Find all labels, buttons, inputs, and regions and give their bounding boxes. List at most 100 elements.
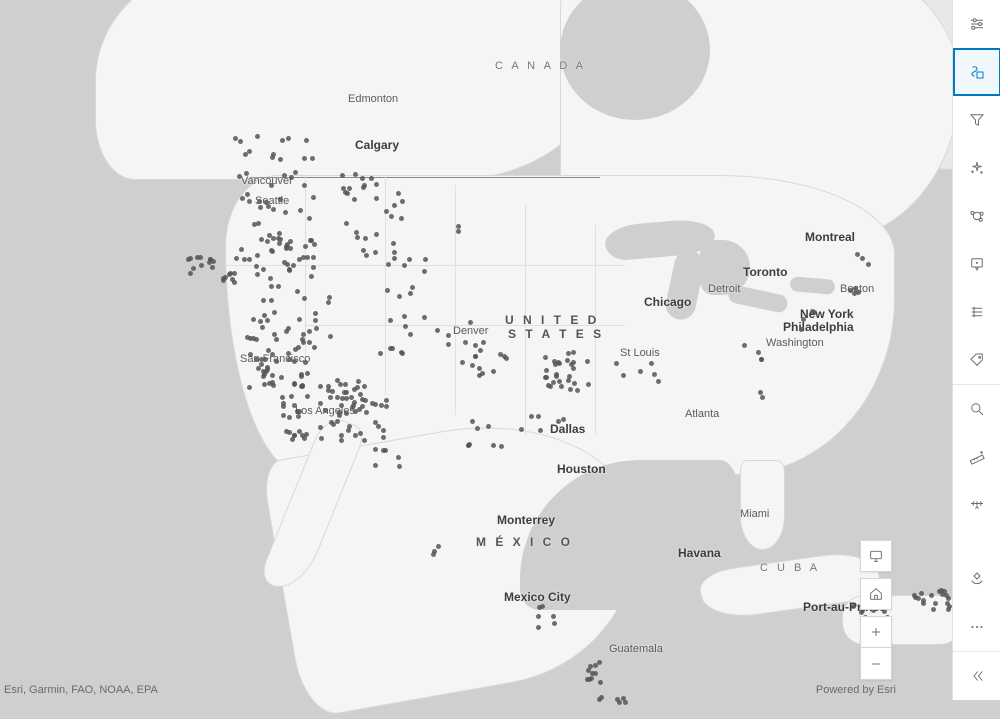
data-point	[293, 347, 298, 352]
data-point	[283, 210, 288, 215]
data-point	[252, 222, 257, 227]
monitor-icon	[868, 548, 884, 564]
data-point	[801, 317, 806, 322]
data-point	[319, 436, 324, 441]
effects-button[interactable]	[953, 144, 1000, 192]
configure-button[interactable]	[953, 0, 1000, 48]
coords-icon	[968, 496, 986, 514]
home-button[interactable]	[860, 578, 892, 610]
data-point	[255, 272, 260, 277]
basemap-button[interactable]	[953, 48, 1000, 96]
basemap-icon	[968, 63, 986, 81]
data-point	[353, 409, 358, 414]
data-point	[238, 139, 243, 144]
data-point	[199, 263, 204, 268]
view-2d-button[interactable]	[860, 540, 892, 572]
data-point	[323, 408, 328, 413]
data-point	[287, 357, 292, 362]
zoom-out-button[interactable]	[860, 648, 892, 680]
data-point	[300, 384, 305, 389]
data-point	[292, 382, 297, 387]
data-point	[300, 337, 305, 342]
data-point	[588, 664, 593, 669]
data-point	[353, 172, 358, 177]
coords-button[interactable]	[953, 481, 1000, 529]
search-button[interactable]	[953, 385, 1000, 433]
popup-icon	[968, 255, 986, 273]
cluster-button[interactable]	[953, 192, 1000, 240]
data-point	[652, 372, 657, 377]
measure-button[interactable]	[953, 433, 1000, 481]
land-florida	[740, 460, 785, 550]
data-point	[297, 429, 302, 434]
data-point	[296, 414, 301, 419]
data-point	[245, 192, 250, 197]
more-button[interactable]	[953, 603, 1000, 651]
data-point	[456, 229, 461, 234]
filter-button[interactable]	[953, 96, 1000, 144]
data-point	[475, 426, 480, 431]
sparkle-icon	[968, 159, 986, 177]
data-point	[267, 381, 272, 386]
rotate-icon	[968, 570, 986, 588]
map-canvas[interactable]: C A N A D A Edmonton Calgary Vancouver S…	[0, 0, 952, 700]
data-point	[261, 298, 266, 303]
data-point	[268, 276, 273, 281]
data-point	[188, 256, 193, 261]
data-point	[239, 247, 244, 252]
data-point	[422, 315, 427, 320]
data-point	[556, 419, 561, 424]
data-point	[856, 290, 861, 295]
data-point	[919, 591, 924, 596]
data-point	[812, 310, 817, 315]
data-point	[344, 411, 349, 416]
fields-button[interactable]	[953, 288, 1000, 336]
data-point	[279, 375, 284, 380]
rotate-button[interactable]	[953, 555, 1000, 603]
popup-button[interactable]	[953, 240, 1000, 288]
zoom-in-button[interactable]	[860, 616, 892, 648]
data-point	[384, 398, 389, 403]
data-point	[597, 660, 602, 665]
data-point	[318, 384, 323, 389]
data-point	[931, 607, 936, 612]
fields-icon	[968, 303, 986, 321]
data-point	[921, 601, 926, 606]
data-point	[297, 317, 302, 322]
data-point	[759, 357, 764, 362]
land-canada-west	[95, 0, 615, 180]
data-point	[339, 403, 344, 408]
data-point	[360, 397, 365, 402]
search-icon	[968, 400, 986, 418]
data-point	[234, 256, 239, 261]
label-guatemala: Guatemala	[609, 643, 663, 655]
data-point	[396, 455, 401, 460]
data-point	[552, 621, 557, 626]
data-point	[245, 335, 250, 340]
data-point	[293, 170, 298, 175]
data-point	[291, 263, 296, 268]
data-point	[504, 356, 509, 361]
data-point	[342, 390, 347, 395]
data-point	[364, 253, 369, 258]
data-point	[198, 255, 203, 260]
labels-button[interactable]	[953, 336, 1000, 384]
data-point	[851, 604, 856, 609]
data-point	[385, 288, 390, 293]
collapse-icon	[968, 667, 986, 685]
data-point	[360, 176, 365, 181]
data-point	[354, 230, 359, 235]
data-point	[799, 327, 804, 332]
data-point	[575, 388, 580, 393]
zoom-group	[860, 616, 892, 680]
data-point	[760, 395, 765, 400]
data-point	[271, 236, 276, 241]
data-point	[269, 284, 274, 289]
data-point	[269, 183, 274, 188]
data-point	[623, 700, 628, 705]
data-point	[302, 296, 307, 301]
data-point	[335, 378, 340, 383]
collapse-button[interactable]	[953, 652, 1000, 700]
data-point	[307, 340, 312, 345]
map-attribution: Esri, Garmin, FAO, NOAA, EPA	[4, 684, 158, 696]
